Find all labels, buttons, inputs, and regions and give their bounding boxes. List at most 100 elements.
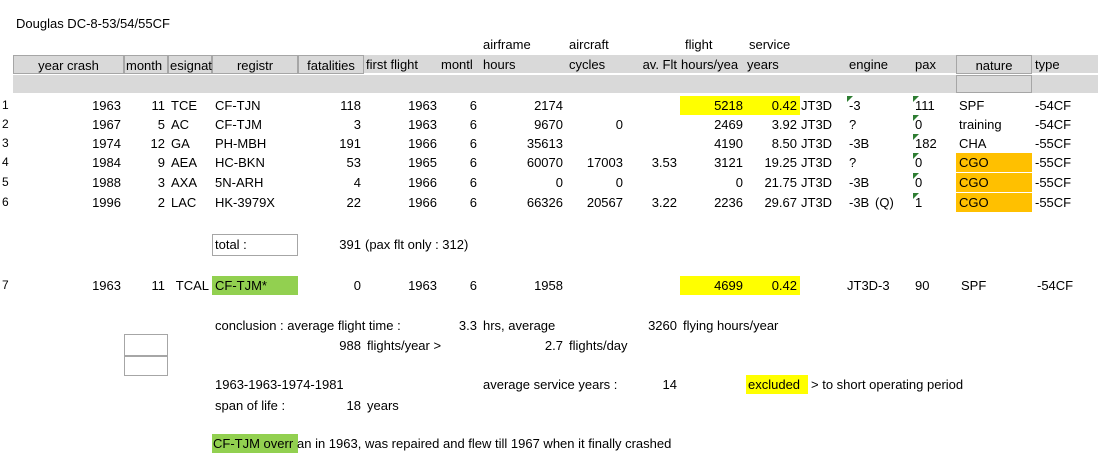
row-hours-year[interactable]: 2469	[680, 115, 746, 134]
conclusion-flights-year[interactable]: flights/year >	[364, 336, 444, 355]
header-flight[interactable]: flight	[682, 35, 715, 54]
row-registration[interactable]: PH-MBH	[212, 134, 298, 153]
excluded-note[interactable]: > to short operating period	[808, 375, 966, 394]
header-service[interactable]: service	[746, 35, 793, 54]
conclusion-flights-year-value[interactable]: 988	[298, 336, 364, 355]
row-engine-qual[interactable]: (Q)	[872, 193, 912, 212]
row-nature[interactable]: CGO	[956, 153, 1032, 172]
row-registration[interactable]: HC-BKN	[212, 153, 298, 172]
row-fatalities[interactable]: 53	[298, 153, 364, 172]
row-type[interactable]: -54CF	[1032, 115, 1098, 134]
row-cycles[interactable]: 20567	[566, 193, 626, 212]
row-nature[interactable]: CGO	[956, 173, 1032, 192]
row-operator[interactable]: LAC	[168, 193, 212, 212]
row-month[interactable]: 11	[124, 96, 168, 115]
row-engine[interactable]: JT3D	[798, 153, 846, 172]
row-registration[interactable]: CF-TJN	[212, 96, 298, 115]
span-label[interactable]: span of life :	[212, 396, 288, 415]
row-type[interactable]: -55CF	[1032, 153, 1098, 172]
row-cycles[interactable]: 0	[566, 115, 626, 134]
row7-operator[interactable]: TCAL	[168, 276, 212, 295]
row-month[interactable]: 5	[124, 115, 168, 134]
row-type[interactable]: -55CF	[1032, 173, 1098, 192]
row-engine-qual[interactable]	[872, 115, 912, 134]
row-ff-month[interactable]: 6	[440, 115, 480, 134]
row-nature[interactable]: SPF	[956, 96, 1032, 115]
col-cycles[interactable]: cycles	[566, 55, 626, 74]
row-hours-year[interactable]: 2236	[680, 193, 746, 212]
row7-registration[interactable]: CF-TJM*	[212, 276, 298, 295]
row-cycles[interactable]: 17003	[566, 153, 626, 172]
row-ff-month[interactable]: 6	[440, 134, 480, 153]
conclusion-hrs-avg[interactable]: hrs, average	[480, 316, 558, 335]
span-value[interactable]: 18	[298, 396, 364, 415]
row-year[interactable]: 1988	[13, 173, 124, 192]
row-first-flight[interactable]: 1963	[364, 96, 440, 115]
row-first-flight[interactable]: 1966	[364, 173, 440, 192]
col-engine[interactable]: engine	[846, 55, 910, 74]
row-month[interactable]: 2	[124, 193, 168, 212]
row-cycles[interactable]	[566, 134, 626, 153]
row-av-flt[interactable]	[626, 134, 680, 153]
col-registr[interactable]: registr	[212, 55, 298, 74]
row7-year[interactable]: 1963	[13, 276, 124, 295]
row-engine[interactable]: JT3D	[798, 115, 846, 134]
row-service-years[interactable]: 21.75	[746, 173, 800, 192]
row7-nature[interactable]: SPF	[958, 276, 989, 295]
row-operator[interactable]: AEA	[168, 153, 212, 172]
row-service-years[interactable]: 0.42	[746, 96, 800, 115]
row-engine[interactable]: JT3D	[798, 96, 846, 115]
col-fatalities[interactable]: fatalities	[298, 55, 364, 74]
row-first-flight[interactable]: 1963	[364, 115, 440, 134]
row-service-years[interactable]: 29.67	[746, 193, 800, 212]
footnote-registration[interactable]: CF-TJM overr	[212, 434, 298, 453]
row7-service-years[interactable]: 0.42	[746, 276, 800, 295]
row-registration[interactable]: CF-TJM	[212, 115, 298, 134]
row-type[interactable]: -54CF	[1032, 96, 1098, 115]
row-service-years[interactable]: 8.50	[746, 134, 800, 153]
row-month[interactable]: 9	[124, 153, 168, 172]
conclusion-flying-hours[interactable]: flying hours/year	[680, 316, 781, 335]
header-airframe[interactable]: airframe	[480, 35, 534, 54]
row-fatalities[interactable]: 4	[298, 173, 364, 192]
col-type[interactable]: type	[1032, 55, 1098, 74]
row-hours-year[interactable]: 3121	[680, 153, 746, 172]
row-type[interactable]: -55CF	[1032, 193, 1098, 212]
row-av-flt[interactable]	[626, 96, 680, 115]
row-fatalities[interactable]: 191	[298, 134, 364, 153]
row-ff-month[interactable]: 6	[440, 173, 480, 192]
row-cycles[interactable]: 0	[566, 173, 626, 192]
sheet-title[interactable]: Douglas DC-8-53/54/55CF	[13, 14, 173, 33]
row-nature[interactable]: CGO	[956, 193, 1032, 212]
row7-engine[interactable]: JT3D-3	[844, 276, 893, 295]
row-registration[interactable]: 5N-ARH	[212, 173, 298, 192]
row-hours[interactable]: 0	[480, 173, 566, 192]
conclusion-avg-time[interactable]: 3.3	[440, 316, 480, 335]
row-year[interactable]: 1963	[13, 96, 124, 115]
row-operator[interactable]: AXA	[168, 173, 212, 192]
row-operator[interactable]: AC	[168, 115, 212, 134]
col-hours[interactable]: hours	[480, 55, 566, 74]
col-hours-year[interactable]: hours/yea	[680, 55, 746, 74]
total-label[interactable]: total :	[212, 235, 250, 254]
header-aircraft[interactable]: aircraft	[566, 35, 612, 54]
row-hours[interactable]: 9670	[480, 115, 566, 134]
row-av-flt[interactable]: 3.53	[626, 153, 680, 172]
row-hours-year[interactable]: 5218	[680, 96, 746, 115]
row-type[interactable]: -55CF	[1032, 134, 1098, 153]
col-month2[interactable]: montl	[440, 55, 480, 74]
conclusion-label[interactable]: conclusion : average flight time :	[212, 316, 404, 335]
row7-fatalities[interactable]: 0	[298, 276, 364, 295]
row-engine[interactable]: JT3D	[798, 193, 846, 212]
row-nature[interactable]: training	[956, 115, 1032, 134]
row-ff-month[interactable]: 6	[440, 193, 480, 212]
row-operator[interactable]: TCE	[168, 96, 212, 115]
row-first-flight[interactable]: 1965	[364, 153, 440, 172]
row-month[interactable]: 12	[124, 134, 168, 153]
row-engine-qual[interactable]	[872, 134, 912, 153]
span-unit[interactable]: years	[364, 396, 402, 415]
row-hours-year[interactable]: 4190	[680, 134, 746, 153]
conclusion-avg-hours[interactable]: 3260	[566, 316, 680, 335]
row-av-flt[interactable]	[626, 173, 680, 192]
row-registration[interactable]: HK-3979X	[212, 193, 298, 212]
